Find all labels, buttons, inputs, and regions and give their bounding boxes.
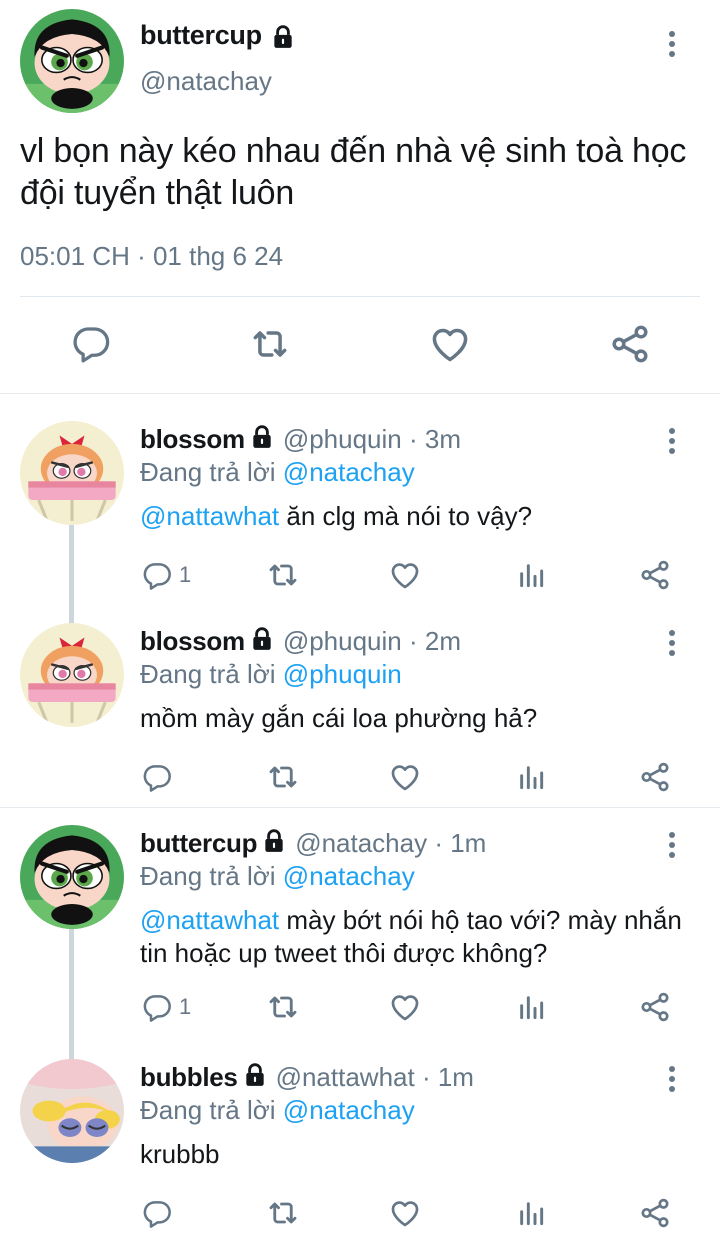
retweet-icon[interactable] bbox=[265, 761, 301, 793]
time: · 2m bbox=[408, 626, 461, 656]
like-icon[interactable] bbox=[388, 559, 422, 591]
main-tweet: buttercup @natachay vl bọn này kéo nhau … bbox=[0, 0, 720, 394]
analytics-icon[interactable] bbox=[515, 761, 547, 793]
reply-icon[interactable] bbox=[70, 322, 112, 364]
avatar[interactable] bbox=[20, 825, 124, 929]
mention[interactable]: @nattawhat bbox=[140, 501, 279, 531]
lock-icon bbox=[249, 424, 275, 457]
reply-header: blossom @phuquin · 2m bbox=[140, 626, 461, 659]
replying-to: Đang trả lời @phuquin bbox=[140, 659, 402, 690]
share-icon[interactable] bbox=[638, 1197, 672, 1229]
reply-icon[interactable] bbox=[141, 1197, 173, 1229]
avatar[interactable] bbox=[20, 1059, 124, 1163]
tweet-text: vl bọn này kéo nhau đến nhà vệ sinh toà … bbox=[20, 132, 687, 212]
replying-to: Đang trả lời @natachay bbox=[140, 457, 415, 488]
analytics-icon[interactable] bbox=[515, 1197, 547, 1229]
handle[interactable]: @nattawhat bbox=[276, 1062, 415, 1092]
more-icon[interactable] bbox=[668, 629, 676, 657]
handle[interactable]: @phuquin bbox=[283, 424, 402, 454]
reply-button[interactable] bbox=[141, 761, 173, 793]
handle[interactable]: @phuquin bbox=[283, 626, 402, 656]
like-icon[interactable] bbox=[388, 1197, 422, 1229]
analytics-icon[interactable] bbox=[515, 991, 547, 1023]
display-name[interactable]: blossom bbox=[140, 424, 245, 454]
retweet-icon[interactable] bbox=[248, 322, 292, 366]
replying-label: Đang trả lời bbox=[140, 861, 276, 891]
lock-icon bbox=[261, 828, 287, 861]
time: · 1m bbox=[421, 1062, 474, 1092]
replying-handle[interactable]: @natachay bbox=[283, 861, 415, 891]
reply-count: 1 bbox=[179, 994, 192, 1019]
divider bbox=[20, 296, 700, 297]
avatar[interactable] bbox=[20, 623, 124, 727]
reply-header: blossom @phuquin · 3m bbox=[140, 424, 461, 457]
replying-handle[interactable]: @natachay bbox=[283, 457, 415, 487]
share-icon[interactable] bbox=[608, 322, 652, 366]
reply-count: 1 bbox=[179, 562, 192, 587]
share-icon[interactable] bbox=[638, 559, 672, 591]
handle[interactable]: @natachay bbox=[295, 828, 427, 858]
reply-button[interactable]: 1 bbox=[141, 991, 191, 1023]
retweet-icon[interactable] bbox=[265, 1197, 301, 1229]
reply-icon[interactable] bbox=[141, 761, 173, 793]
reply-icon[interactable] bbox=[141, 559, 173, 591]
tweet-text: @nattawhat mày bớt nói hộ tao với? mày n… bbox=[140, 904, 700, 970]
reply-header: buttercup @natachay · 1m bbox=[140, 828, 486, 861]
more-icon[interactable] bbox=[668, 30, 676, 58]
handle[interactable]: @natachay bbox=[140, 66, 272, 97]
reply-icon[interactable] bbox=[141, 991, 173, 1023]
display-name[interactable]: bubbles bbox=[140, 1062, 238, 1092]
share-icon[interactable] bbox=[638, 761, 672, 793]
retweet-icon[interactable] bbox=[265, 559, 301, 591]
tweet-body: krubbb bbox=[140, 1139, 220, 1169]
lock-icon bbox=[270, 24, 296, 50]
replying-handle[interactable]: @phuquin bbox=[283, 659, 402, 689]
share-icon[interactable] bbox=[638, 991, 672, 1023]
avatar[interactable] bbox=[20, 421, 124, 525]
timestamp: 05:01 CH · 01 thg 6 24 bbox=[20, 241, 284, 271]
replying-label: Đang trả lời bbox=[140, 457, 276, 487]
thread-line bbox=[69, 929, 74, 1063]
tweet-text: @nattawhat ăn clg mà nói to vậy? bbox=[140, 500, 700, 533]
replying-to: Đang trả lời @natachay bbox=[140, 861, 415, 892]
tweet-body: ăn clg mà nói to vậy? bbox=[279, 501, 533, 531]
divider bbox=[0, 807, 720, 808]
reply-header: bubbles @nattawhat · 1m bbox=[140, 1062, 474, 1095]
like-icon[interactable] bbox=[428, 322, 472, 366]
mention[interactable]: @nattawhat bbox=[140, 905, 279, 935]
replying-label: Đang trả lời bbox=[140, 1095, 276, 1125]
tweet-text: krubbb bbox=[140, 1138, 700, 1171]
thread-line bbox=[69, 525, 74, 637]
replying-to: Đang trả lời @natachay bbox=[140, 1095, 415, 1126]
more-icon[interactable] bbox=[668, 427, 676, 455]
tweet-body: mồm mày gắn cái loa phường hả? bbox=[140, 703, 538, 733]
display-name[interactable]: buttercup bbox=[140, 20, 262, 51]
replying-label: Đang trả lời bbox=[140, 659, 276, 689]
time: · 1m bbox=[434, 828, 487, 858]
replying-handle[interactable]: @natachay bbox=[283, 1095, 415, 1125]
tweet-text: mồm mày gắn cái loa phường hả? bbox=[140, 702, 700, 735]
like-icon[interactable] bbox=[388, 991, 422, 1023]
display-name[interactable]: blossom bbox=[140, 626, 245, 656]
display-name[interactable]: buttercup bbox=[140, 828, 257, 858]
lock-icon bbox=[249, 626, 275, 659]
more-icon[interactable] bbox=[668, 831, 676, 859]
reply-button[interactable]: 1 bbox=[141, 559, 191, 591]
lock-icon bbox=[242, 1062, 268, 1095]
time: · 3m bbox=[408, 424, 461, 454]
avatar[interactable] bbox=[20, 9, 124, 113]
reply-button[interactable] bbox=[141, 1197, 173, 1229]
analytics-icon[interactable] bbox=[515, 559, 547, 591]
more-icon[interactable] bbox=[668, 1065, 676, 1093]
like-icon[interactable] bbox=[388, 761, 422, 793]
retweet-icon[interactable] bbox=[265, 991, 301, 1023]
